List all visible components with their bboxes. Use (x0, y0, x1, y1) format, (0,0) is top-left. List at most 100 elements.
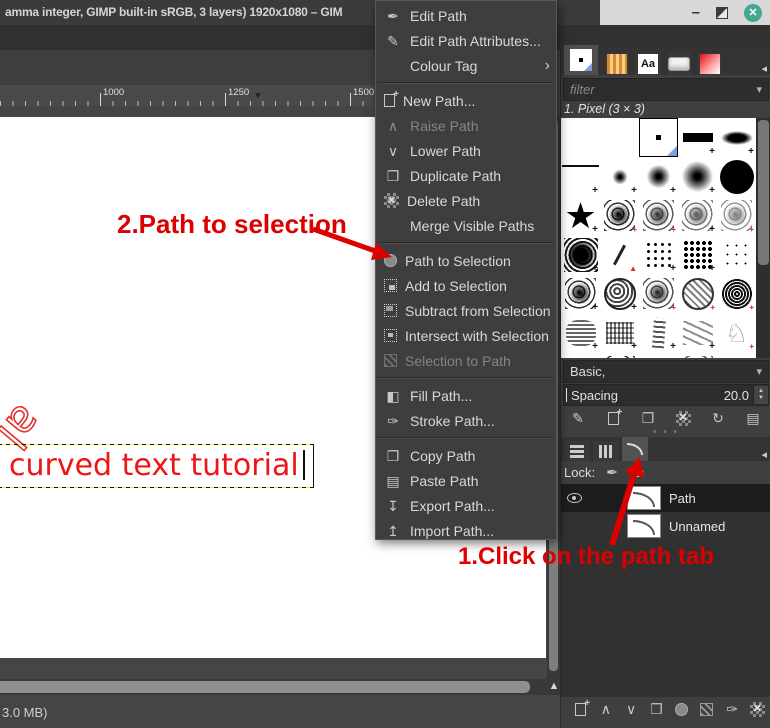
dock-grip[interactable]: • • • (561, 429, 770, 437)
brush-cell[interactable] (717, 235, 756, 274)
chevron-down-icon[interactable]: ▾ (756, 365, 762, 378)
layers-tab[interactable] (564, 441, 590, 461)
edit-brush-button[interactable]: ✎ (567, 407, 589, 429)
duplicate-path-button[interactable]: ❐ (647, 698, 666, 720)
stroke-path-button[interactable]: ✑ (723, 698, 742, 720)
horizontal-scrollbar[interactable] (0, 679, 546, 695)
spinner-down-icon[interactable]: ▼ (758, 395, 764, 402)
brush-cell[interactable] (561, 118, 600, 157)
lower-path-button[interactable]: ∨ (622, 698, 641, 720)
menu-item-path-to-selection[interactable]: Path to Selection (376, 248, 556, 273)
brush-cell[interactable]: + (678, 196, 717, 235)
horizontal-scrollbar-thumb[interactable] (0, 681, 530, 693)
delete-brush-button[interactable] (672, 407, 694, 429)
brush-cell[interactable] (561, 352, 600, 358)
menu-item-add-to-selection[interactable]: Add to Selection (376, 273, 556, 298)
brush-cell[interactable] (639, 118, 678, 157)
path-row-path[interactable]: Path (561, 484, 770, 512)
brush-cell[interactable]: ▲ (600, 235, 639, 274)
brush-cell[interactable]: + (639, 274, 678, 313)
menu-item-export-path[interactable]: ↧Export Path... (376, 493, 556, 518)
brush-cell[interactable]: + (639, 196, 678, 235)
brush-grid-scrollbar-thumb[interactable] (758, 120, 769, 265)
menu-item-stroke-path[interactable]: ✑Stroke Path... (376, 408, 556, 433)
close-button[interactable]: ✕ (744, 4, 762, 22)
brush-cell[interactable] (717, 352, 756, 358)
brush-cell[interactable]: + (561, 274, 600, 313)
brush-cell[interactable]: + (678, 157, 717, 196)
brush-cell[interactable]: + (600, 157, 639, 196)
menu-item-new-path[interactable]: New Path... (376, 88, 556, 113)
menu-item-delete-path[interactable]: Delete Path (376, 188, 556, 213)
menu-item-merge-visible-paths[interactable]: Merge Visible Paths (376, 213, 556, 238)
brush-cell[interactable] (600, 118, 639, 157)
brush-cell[interactable]: ♘+ (717, 313, 756, 352)
tab-overflow-arrow-icon[interactable]: ◂ (761, 62, 767, 75)
spinner-up-icon[interactable]: ▲ (758, 388, 764, 395)
brush-cell[interactable]: + (678, 118, 717, 157)
menu-item-duplicate-path[interactable]: ❐Duplicate Path (376, 163, 556, 188)
menu-item-fill-path[interactable]: ◧Fill Path... (376, 383, 556, 408)
brush-tag-select[interactable]: Basic, ▾ (563, 360, 769, 383)
raise-path-button[interactable]: ∧ (596, 698, 615, 720)
brush-cell[interactable]: + (600, 196, 639, 235)
brush-cell[interactable]: + (561, 157, 600, 196)
spacing-spinner[interactable]: ▲ ▼ (753, 386, 768, 404)
brush-cell[interactable]: + (717, 196, 756, 235)
selection-to-path-button[interactable] (697, 698, 716, 720)
menu-item-edit-path-attributes[interactable]: ✎Edit Path Attributes... (376, 28, 556, 53)
brush-cell[interactable] (639, 352, 678, 358)
brush-cell[interactable]: + (639, 313, 678, 352)
fonts-tab[interactable]: Aa (636, 53, 660, 75)
brush-cell[interactable]: + (639, 157, 678, 196)
new-brush-button[interactable] (602, 407, 624, 429)
spacing-slider-handle[interactable] (566, 388, 567, 402)
path-row-unnamed[interactable]: Unnamed (561, 512, 770, 540)
horizontal-ruler[interactable]: 100012501500▼ (0, 85, 375, 106)
brush-cell[interactable]: ★+ (561, 196, 600, 235)
patterns-tab[interactable] (605, 53, 629, 75)
delete-path-button[interactable] (748, 698, 767, 720)
menu-item-intersect-with-selection[interactable]: Intersect with Selection (376, 323, 556, 348)
brush-cell[interactable]: + (600, 274, 639, 313)
palettes-tab[interactable] (667, 53, 691, 75)
brush-cell[interactable]: + (561, 235, 600, 274)
menu-item-edit-path[interactable]: ✒Edit Path (376, 3, 556, 28)
brush-grid-scrollbar[interactable] (756, 118, 770, 358)
brush-cell[interactable]: + (678, 313, 717, 352)
gradients-tab[interactable] (698, 53, 722, 75)
brush-filter-input[interactable]: filter ▾ (563, 78, 769, 101)
brush-cell[interactable]: + (678, 235, 717, 274)
brush-cell[interactable] (600, 352, 639, 358)
brush-scaled-marker-icon: + (670, 264, 676, 274)
path-to-selection-button[interactable] (672, 698, 691, 720)
new-path-button[interactable] (571, 698, 590, 720)
brush-cell[interactable]: + (561, 313, 600, 352)
tab-overflow-arrow-icon[interactable]: ◂ (761, 448, 767, 461)
menu-item-selection-to-path[interactable]: Selection to Path (376, 348, 556, 373)
menu-item-lower-path[interactable]: ∨Lower Path (376, 138, 556, 163)
open-brush-as-image-button[interactable]: ▤ (742, 407, 764, 429)
menu-item-subtract-from-selection[interactable]: Subtract from Selection (376, 298, 556, 323)
minimize-button[interactable]: – (692, 4, 700, 21)
menu-item-copy-path[interactable]: ❐Copy Path (376, 443, 556, 468)
refresh-brushes-button[interactable]: ↻ (707, 407, 729, 429)
chevron-down-icon[interactable]: ▾ (756, 83, 762, 96)
duplicate-brush-button[interactable]: ❐ (637, 407, 659, 429)
menu-item-paste-path[interactable]: ▤Paste Path (376, 468, 556, 493)
brush-cell[interactable] (678, 352, 717, 358)
visibility-toggle[interactable] (561, 493, 587, 503)
brush-cell[interactable]: + (639, 235, 678, 274)
restore-button[interactable] (716, 7, 728, 19)
brushes-tab[interactable] (564, 45, 598, 75)
delete-path-icon (750, 702, 765, 717)
brush-cell[interactable]: + (717, 118, 756, 157)
menu-item-colour-tag[interactable]: Colour Tag› (376, 53, 556, 78)
brush-cell[interactable] (717, 157, 756, 196)
brush-cell[interactable]: + (678, 274, 717, 313)
spacing-slider[interactable]: Spacing 20.0 ▲ ▼ (563, 384, 769, 406)
menu-item-raise-path[interactable]: ∧Raise Path (376, 113, 556, 138)
menu-item-import-path[interactable]: ↥Import Path... (376, 518, 556, 543)
brush-cell[interactable]: + (600, 313, 639, 352)
brush-cell[interactable]: + (717, 274, 756, 313)
